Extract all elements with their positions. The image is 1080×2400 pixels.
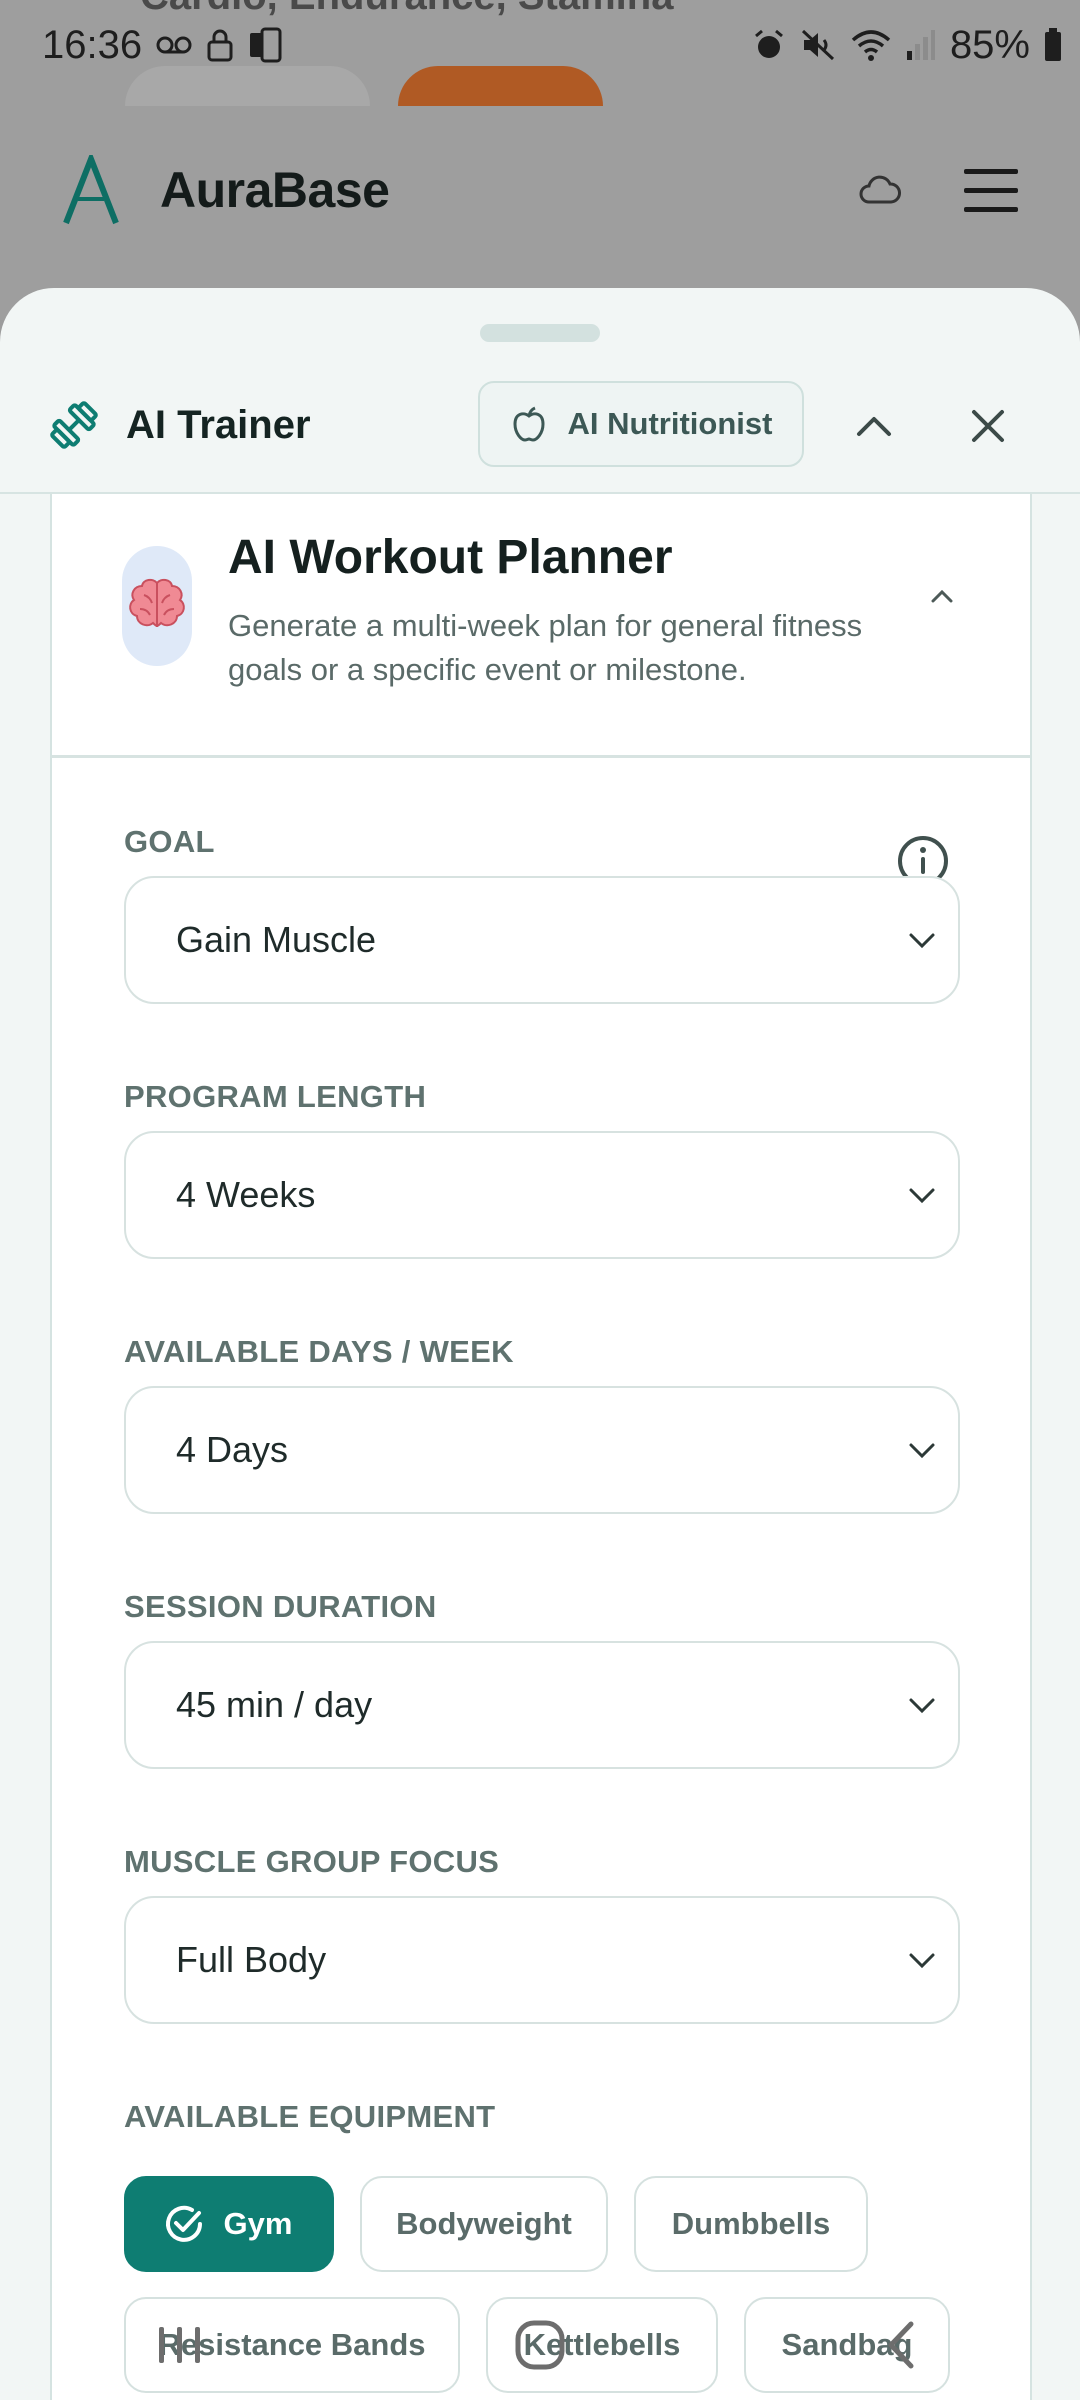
phone-device-icon [250, 27, 282, 63]
session-duration-field: SESSION DURATION 45 min / day [124, 1589, 960, 1769]
equipment-label: AVAILABLE EQUIPMENT [124, 2099, 496, 2134]
equipment-chip-dumbbells[interactable]: Dumbbells [634, 2176, 868, 2272]
apple-icon [513, 406, 545, 442]
muscle-focus-field: MUSCLE GROUP FOCUS Full Body [124, 1844, 960, 2024]
planner-collapse-toggle[interactable] [922, 576, 962, 616]
close-sheet-button[interactable] [948, 386, 1028, 466]
ai-nutritionist-button[interactable]: AI Nutritionist [478, 381, 804, 467]
equipment-chip-gym[interactable]: Gym [124, 2176, 334, 2272]
home-button[interactable] [480, 2300, 600, 2390]
muscle-focus-label: MUSCLE GROUP FOCUS [124, 1844, 500, 1879]
program-length-value: 4 Weeks [176, 1174, 316, 1215]
app-header: AuraBase [0, 90, 1080, 290]
mute-icon [801, 29, 834, 61]
back-button[interactable] [840, 2300, 960, 2390]
battery-icon [1045, 28, 1061, 61]
wifi-icon [851, 30, 891, 61]
close-icon [972, 410, 1004, 442]
collapse-sheet-button[interactable] [834, 386, 914, 466]
sheet-title: AI Trainer [126, 402, 311, 447]
days-per-week-value: 4 Days [176, 1429, 289, 1470]
aurabase-logo-icon [63, 155, 119, 225]
status-time: 16:36 [42, 22, 143, 67]
workout-planner-card: AI Workout Planner Generate a multi-week… [50, 494, 1032, 2400]
brand[interactable]: AuraBase [60, 155, 390, 225]
ai-nutritionist-label: AI Nutritionist [567, 406, 773, 441]
sheet-drag-handle[interactable] [480, 324, 600, 342]
back-icon [888, 2321, 914, 2369]
goal-label: GOAL [124, 824, 215, 859]
session-duration-value: 45 min / day [176, 1684, 373, 1725]
brand-name: AuraBase [160, 162, 390, 218]
menu-icon[interactable] [962, 166, 1020, 214]
equipment-chip-bodyweight[interactable]: Bodyweight [360, 2176, 608, 2272]
lock-icon [207, 29, 233, 62]
ai-trainer-sheet: AI Trainer AI Nutritionist AI Workout Pl… [0, 288, 1080, 2400]
planner-header[interactable]: AI Workout Planner Generate a multi-week… [52, 494, 1030, 758]
chevron-down-icon [909, 1953, 935, 1969]
session-duration-label: SESSION DURATION [124, 1589, 437, 1624]
recent-apps-button[interactable] [120, 2300, 240, 2390]
goal-field: GOAL Gain Muscle [124, 824, 960, 1004]
chevron-down-icon [909, 933, 935, 949]
sheet-header: AI Trainer AI Nutritionist [0, 358, 1080, 494]
cloud-icon[interactable] [858, 175, 902, 205]
battery-percent: 85% [949, 22, 1030, 67]
days-per-week-select[interactable]: 4 Days [124, 1386, 960, 1514]
dumbbell-icon [50, 401, 98, 449]
voicemail-icon [156, 36, 192, 54]
chevron-up-icon [857, 417, 891, 436]
recent-apps-icon [159, 2327, 200, 2363]
status-bar: 16:36 85% [0, 0, 1080, 90]
chevron-down-icon [909, 1443, 935, 1459]
chevron-down-icon [909, 1188, 935, 1204]
check-circle-icon [165, 2205, 202, 2242]
brain-icon [129, 578, 185, 628]
program-length-select[interactable]: 4 Weeks [124, 1131, 960, 1259]
equipment-chips-row-1: Gym Bodyweight Dumbbells [124, 2176, 868, 2272]
goal-value: Gain Muscle [176, 919, 377, 960]
planner-title: AI Workout Planner [228, 531, 673, 584]
alarm-icon [754, 29, 783, 58]
goal-select[interactable]: Gain Muscle [124, 876, 960, 1004]
program-length-label: PROGRAM LENGTH [124, 1079, 427, 1114]
muscle-focus-select[interactable]: Full Body [124, 1896, 960, 2024]
signal-icon [906, 30, 935, 60]
planner-description: Generate a multi-week plan for general f… [228, 608, 863, 687]
equipment-chip-label: Gym [223, 2206, 293, 2241]
home-icon [515, 2320, 565, 2370]
program-length-field: PROGRAM LENGTH 4 Weeks [124, 1079, 960, 1259]
equipment-field: AVAILABLE EQUIPMENT [124, 2099, 960, 2135]
chevron-down-icon [909, 1698, 935, 1714]
days-per-week-field: AVAILABLE DAYS / WEEK 4 Days [124, 1334, 960, 1514]
session-duration-select[interactable]: 45 min / day [124, 1641, 960, 1769]
days-per-week-label: AVAILABLE DAYS / WEEK [124, 1334, 514, 1369]
equipment-chip-label: Dumbbells [671, 2206, 831, 2241]
muscle-focus-value: Full Body [176, 1939, 327, 1980]
chevron-up-icon [931, 589, 953, 603]
equipment-chip-label: Bodyweight [396, 2206, 572, 2241]
brain-badge [122, 546, 192, 666]
system-navigation-bar [0, 2290, 1080, 2400]
